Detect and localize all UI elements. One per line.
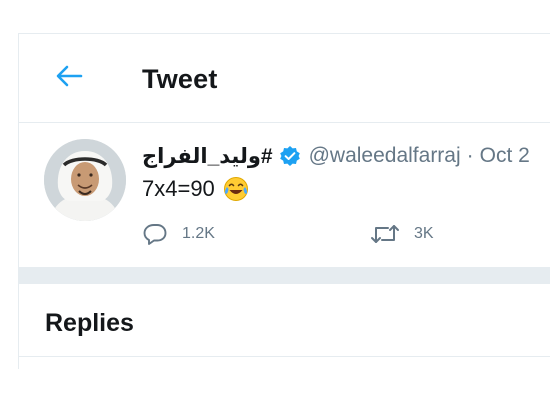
arrow-left-icon [56,65,83,87]
verified-badge-icon [279,145,301,167]
page-title: Tweet [142,64,218,94]
profile-photo-icon [44,139,126,221]
author-handle[interactable]: @waleedalfarraj [309,144,461,168]
back-button[interactable] [53,60,85,92]
face-with-tears-of-joy-icon [223,176,249,202]
replies-divider [19,356,550,357]
tweet-header: #وليد_الفراج @waleedalfarraj · Oct 2 [142,140,550,172]
tweet-text-content: 7x4=90 [142,176,215,201]
author-display-name[interactable]: #وليد_الفراج [142,144,273,169]
tweet-date[interactable]: Oct 2 [480,144,530,168]
retweet-icon [371,225,399,243]
avatar[interactable] [44,139,126,221]
reply-icon [143,224,167,245]
reply-button[interactable]: 1.2K [142,222,215,246]
retweet-button[interactable]: 3K [370,222,434,246]
reply-count: 1.2K [182,225,215,242]
replies-heading: Replies [45,309,134,337]
page-header: Tweet [19,34,550,122]
meta-separator: · [466,144,474,167]
tweet-page: Tweet #وليد_الفراج @waleedalfarraj · Oct… [18,33,550,369]
retweet-count: 3K [414,225,434,242]
section-separator [19,267,550,284]
tweet-text: 7x4=90 [142,176,249,202]
header-divider [19,122,550,123]
